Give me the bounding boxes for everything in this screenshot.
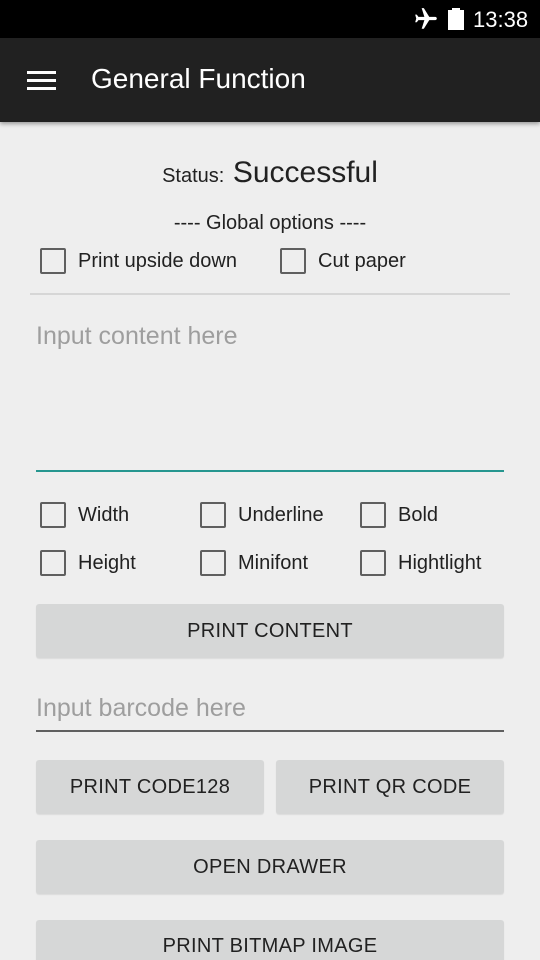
cut-paper-checkbox[interactable]: Cut paper (280, 243, 406, 279)
checkbox-box[interactable] (200, 502, 226, 528)
checkbox-box[interactable] (280, 248, 306, 274)
checkbox-box[interactable] (40, 550, 66, 576)
status-bar: 13:38 (0, 0, 540, 38)
open-drawer-button[interactable]: OPEN DRAWER (36, 840, 504, 894)
print-code128-button[interactable]: PRINT CODE128 (36, 760, 264, 814)
print-qr-code-button[interactable]: PRINT QR CODE (276, 760, 504, 814)
status-label: Status: (162, 165, 225, 187)
checkbox-label: Hightlight (398, 551, 482, 574)
battery-icon (448, 8, 464, 30)
print-upside-down-checkbox[interactable]: Print upside down (40, 243, 237, 279)
width-checkbox[interactable]: Width (40, 497, 129, 533)
checkbox-box[interactable] (40, 248, 66, 274)
status-value: Successful (232, 156, 378, 189)
divider (30, 293, 510, 295)
underline-checkbox[interactable]: Underline (200, 497, 324, 533)
content-input[interactable] (36, 316, 504, 472)
page-title: General Function (91, 63, 306, 94)
status-bar-time: 13:38 (473, 7, 529, 32)
checkbox-box[interactable] (360, 502, 386, 528)
checkbox-box[interactable] (40, 502, 66, 528)
status-row: Status: Successful (0, 156, 540, 190)
minifont-checkbox[interactable]: Minifont (200, 545, 308, 581)
checkbox-label: Width (78, 503, 130, 526)
checkbox-label: Cut paper (318, 249, 406, 272)
checkbox-label: Minifont (238, 551, 309, 574)
barcode-input[interactable] (36, 686, 504, 732)
highlight-checkbox[interactable]: Hightlight (360, 545, 481, 581)
checkbox-label: Height (78, 551, 136, 574)
airplane-mode-icon (415, 8, 437, 29)
checkbox-label: Bold (398, 503, 439, 526)
print-content-button[interactable]: PRINT CONTENT (36, 604, 504, 658)
app-bar: General Function (0, 38, 540, 122)
checkbox-label: Print upside down (78, 249, 237, 272)
bold-checkbox[interactable]: Bold (360, 497, 438, 533)
checkbox-label: Underline (238, 503, 324, 526)
global-options-label: ---- Global options ---- (173, 212, 367, 234)
checkbox-box[interactable] (360, 550, 386, 576)
checkbox-box[interactable] (200, 550, 226, 576)
hamburger-menu-icon[interactable] (20, 60, 64, 100)
print-bitmap-image-button[interactable]: PRINT BITMAP IMAGE (36, 920, 504, 960)
height-checkbox[interactable]: Height (40, 545, 136, 581)
